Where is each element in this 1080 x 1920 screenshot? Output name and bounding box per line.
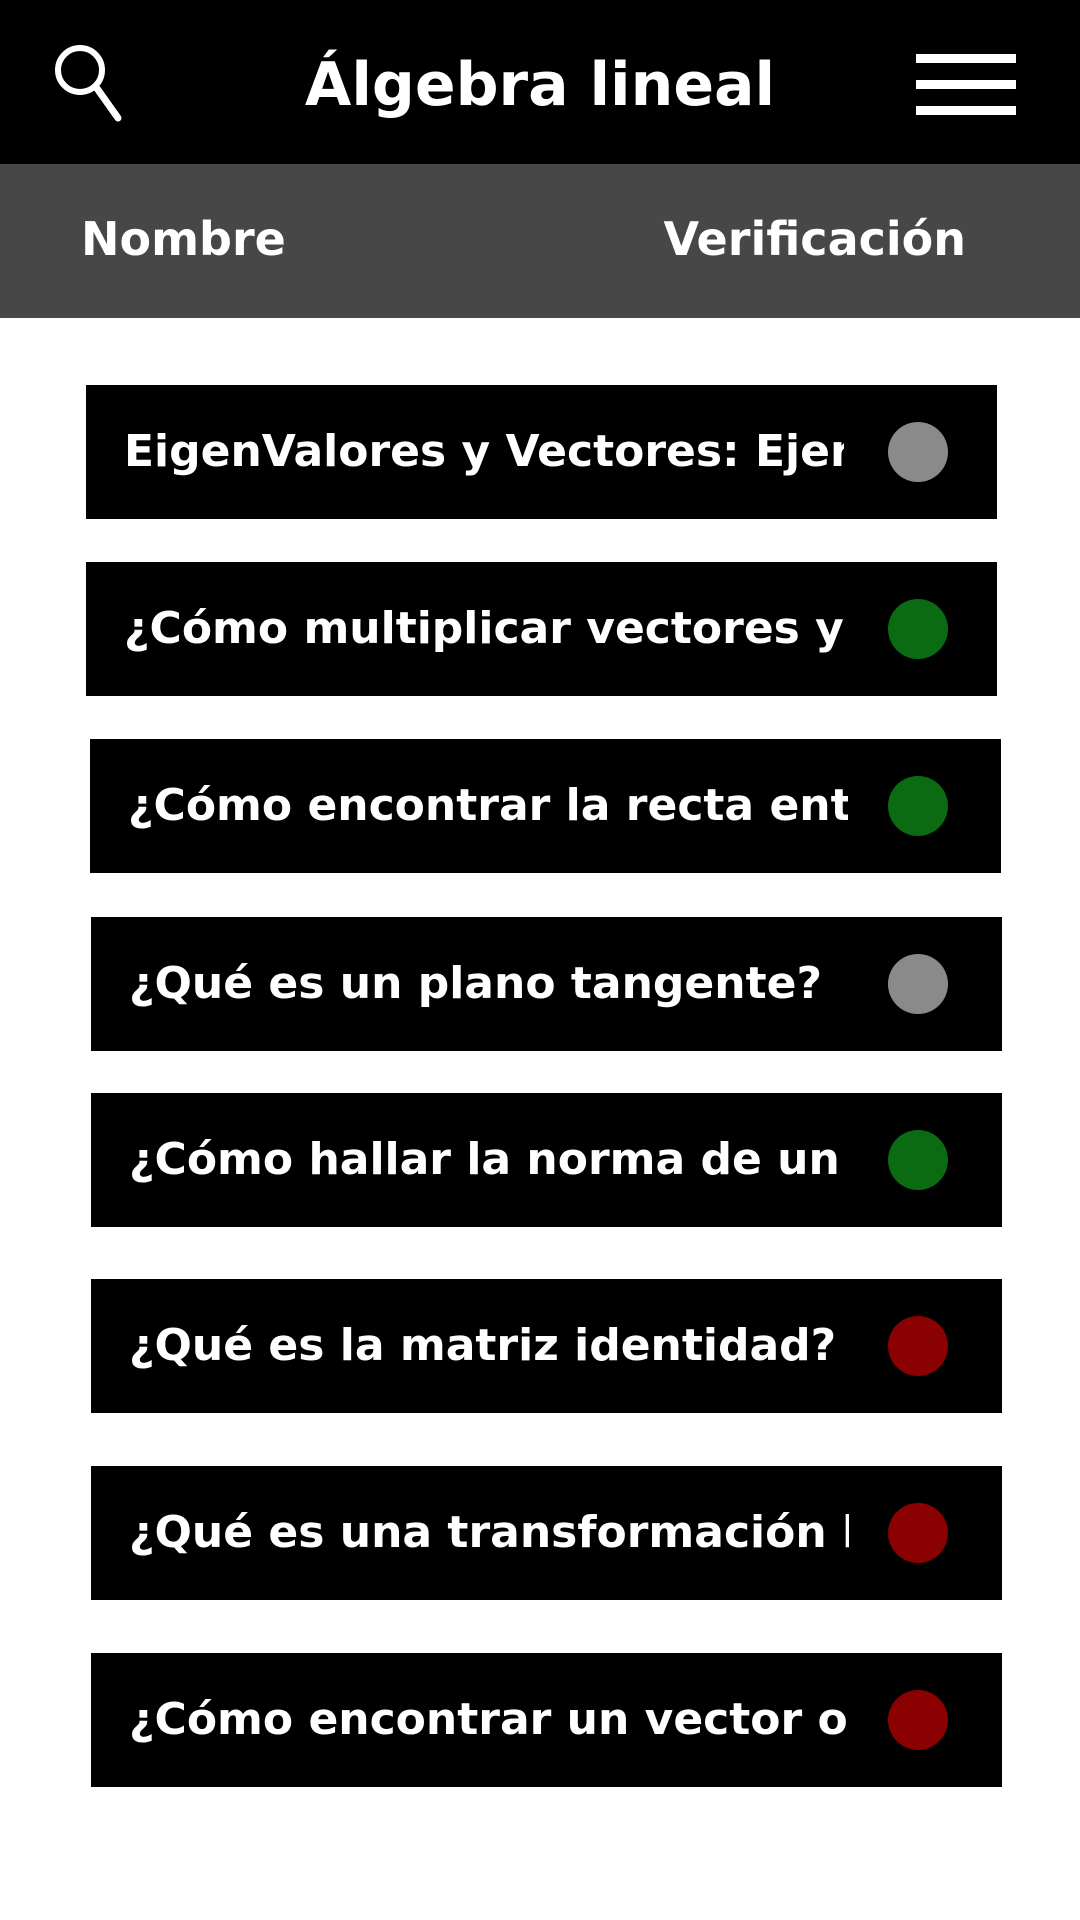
column-header-name: Nombre	[81, 212, 286, 266]
list-item-label: ¿Cómo multiplicar vectores y m...	[124, 603, 844, 654]
list-item[interactable]: EigenValores y Vectores: Ejerci...	[86, 385, 997, 519]
list-item[interactable]: ¿Cómo encontrar la recta entre ...	[90, 739, 1001, 873]
status-indicator	[888, 599, 948, 659]
list-item[interactable]: ¿Cómo encontrar un vector ort...	[91, 1653, 1002, 1787]
search-icon	[55, 45, 122, 122]
status-indicator	[888, 422, 948, 482]
list-item-label: EigenValores y Vectores: Ejerci...	[124, 426, 844, 477]
page-title: Álgebra lineal	[304, 50, 776, 120]
status-indicator	[888, 1316, 948, 1376]
top-app-bar: Álgebra lineal	[0, 0, 1080, 164]
hamburger-menu-icon[interactable]	[916, 52, 1016, 118]
list-item-label: ¿Cómo encontrar la recta entre ...	[128, 780, 848, 831]
list-item-label: ¿Qué es la matriz identidad?	[129, 1320, 837, 1371]
list-item[interactable]: ¿Cómo multiplicar vectores y m...	[86, 562, 997, 696]
status-indicator	[888, 1503, 948, 1563]
list-item-label: ¿Qué es una transformación lin...	[129, 1507, 849, 1558]
status-indicator	[888, 1130, 948, 1190]
status-indicator	[888, 1690, 948, 1750]
list-item-label: ¿Cómo encontrar un vector ort...	[129, 1694, 849, 1745]
list-item[interactable]: ¿Qué es una transformación lin...	[91, 1466, 1002, 1600]
status-indicator	[888, 776, 948, 836]
search-button[interactable]	[50, 40, 130, 130]
list-item[interactable]: ¿Qué es la matriz identidad?	[91, 1279, 1002, 1413]
list-item[interactable]: ¿Qué es un plano tangente?	[91, 917, 1002, 1051]
list-item-label: ¿Qué es un plano tangente?	[129, 958, 822, 1009]
column-header-verification: Verificación	[663, 212, 966, 266]
list-item[interactable]: ¿Cómo hallar la norma de un ve...	[91, 1093, 1002, 1227]
list-item-label: ¿Cómo hallar la norma de un ve...	[129, 1134, 849, 1185]
column-header-row: Nombre Verificación	[0, 164, 1080, 318]
status-indicator	[888, 954, 948, 1014]
